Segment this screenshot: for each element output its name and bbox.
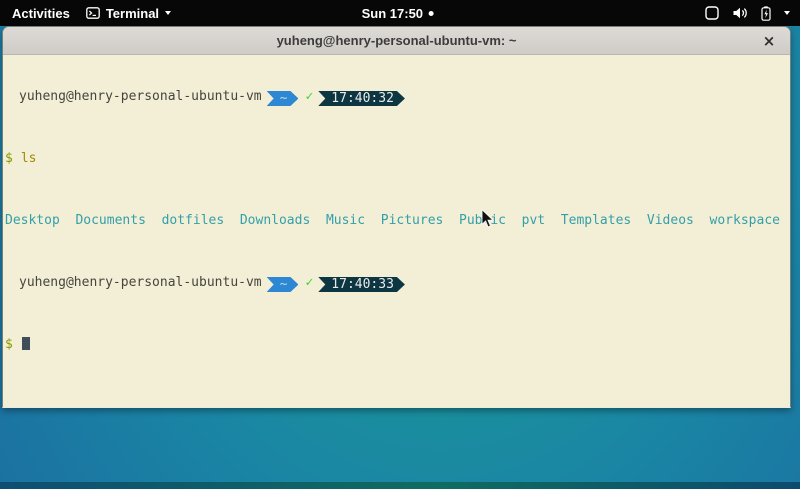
prompt-dir-segment: ~ [267,91,299,106]
chevron-down-icon [784,11,790,15]
prompt-line: yuheng@henry-personal-ubuntu-vm ~ ✓ 17:40:3… [5,275,790,291]
ls-output: Desktop Documents dotfiles Downloads Mus… [5,213,790,229]
clock-button[interactable]: Sun 17:50 [362,0,434,26]
chevron-down-icon [165,11,171,15]
window-title: yuheng@henry-personal-ubuntu-vm: ~ [277,33,517,48]
notification-dot-icon [429,11,434,16]
desktop-bottom-edge [0,482,800,489]
terminal-cursor [22,337,30,350]
directory-entry: Desktop [5,213,60,228]
directory-entry: workspace [710,213,780,228]
prompt-symbol: $ [5,151,13,166]
prompt-time-segment: 17:40:32 [318,91,405,106]
status-check-icon: ✓ [305,275,313,290]
directory-entry: Documents [75,213,145,228]
prompt-dir-segment: ~ [267,277,299,292]
mouse-cursor-icon [481,209,494,234]
activities-button[interactable]: Activities [12,6,70,21]
screen-icon [705,6,719,20]
typed-command: ls [21,151,37,166]
command-line: $ ls [5,151,790,167]
prompt-user: yuheng@henry-personal-ubuntu-vm [19,89,262,104]
directory-entry: Videos [647,213,694,228]
directory-entry: Music [326,213,365,228]
prompt-line: yuheng@henry-personal-ubuntu-vm ~ ✓ 17:40:3… [5,89,790,105]
terminal-window: yuheng@henry-personal-ubuntu-vm: ~ × yuh… [2,26,791,408]
directory-entry: Templates [561,213,631,228]
volume-icon [732,6,748,20]
prompt-user: yuheng@henry-personal-ubuntu-vm [19,275,262,290]
top-bar: Activities Terminal Sun 17:50 [0,0,800,26]
terminal-content[interactable]: yuheng@henry-personal-ubuntu-vm ~ ✓ 17:40:3… [3,55,790,408]
input-line: $ [5,337,790,353]
directory-entry: dotfiles [162,213,225,228]
close-button[interactable]: × [758,27,780,55]
clock-label: Sun 17:50 [362,6,423,21]
terminal-icon [86,7,100,19]
prompt-time-segment: 17:40:33 [318,277,405,292]
directory-entry: pvt [522,213,545,228]
battery-charging-icon [761,6,771,21]
directory-entry: Downloads [240,213,310,228]
status-check-icon: ✓ [305,89,313,104]
directory-entry: Pictures [381,213,444,228]
prompt-symbol: $ [5,337,13,352]
app-menu-label: Terminal [106,6,159,21]
system-menu-button[interactable] [705,0,790,26]
app-menu-button[interactable]: Terminal [86,6,171,21]
window-titlebar[interactable]: yuheng@henry-personal-ubuntu-vm: ~ × [3,27,790,55]
